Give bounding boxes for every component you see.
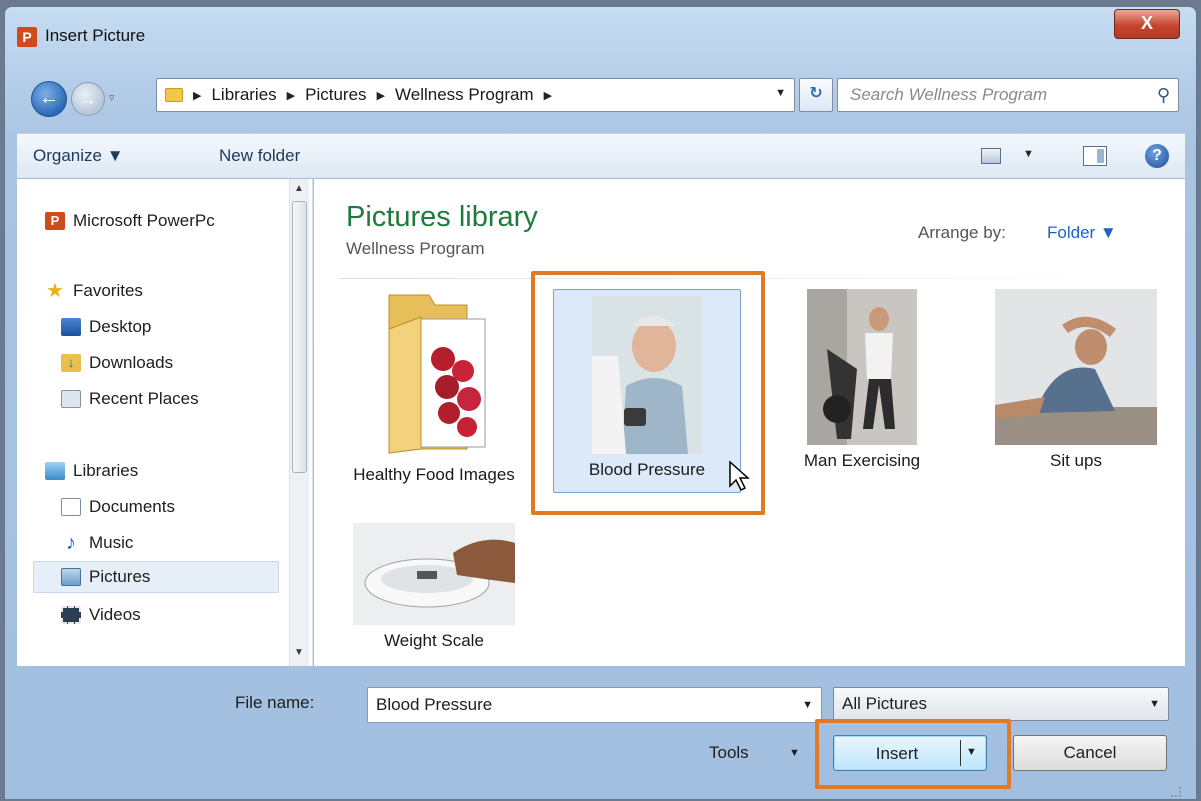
file-type-dropdown-icon[interactable]: ▼ [1149,688,1160,720]
resize-grip-icon[interactable] [1171,787,1181,797]
dialog-footer: File name: Blood Pressure ▼ All Pictures… [17,667,1185,801]
change-view-icon[interactable] [981,148,1001,164]
tools-dropdown-icon[interactable]: ▼ [789,747,800,759]
file-name-label: File name: [235,693,315,712]
man-exercising-thumbnail [807,289,917,445]
nav-item-label: Music [89,533,134,552]
nav-item-downloads[interactable]: ↓ Downloads [61,347,321,379]
title-bar: P Insert Picture X [5,7,1196,59]
help-icon[interactable]: ? [1145,144,1169,168]
breadcrumb-pictures[interactable]: Pictures [305,85,366,105]
nav-item-label: Videos [89,605,141,624]
recent-places-icon [61,390,81,408]
nav-scrollbar[interactable]: ▲ ▼ [289,179,309,666]
forward-button[interactable]: → [71,82,105,116]
libraries-icon [45,462,65,480]
powerpoint-app-icon: P [17,27,37,47]
tile-label: Sit ups [1050,451,1102,470]
arrange-by-label: Arrange by: [918,223,1006,242]
nav-item-powerpoint[interactable]: P Microsoft PowerPc [45,205,305,237]
breadcrumb-separator-icon[interactable]: ▶ [377,89,385,102]
refresh-button[interactable]: ↻ [799,78,833,112]
insert-picture-dialog: P Insert Picture X ← → ▿ ▶ Libraries ▶ P… [4,6,1197,800]
search-input[interactable]: Search Wellness Program ⚲ [837,78,1179,112]
nav-item-label: Favorites [73,281,143,300]
file-name-dropdown-icon[interactable]: ▼ [802,688,813,722]
nav-item-label: Desktop [89,317,152,336]
nav-item-label: Recent Places [89,389,199,408]
nav-item-label: Microsoft PowerPc [73,211,215,230]
nav-item-label: Libraries [73,461,139,480]
star-icon: ★ [46,280,64,302]
refresh-icon: ↻ [809,85,823,102]
scroll-thumb[interactable] [292,201,307,473]
breadcrumb-separator-icon[interactable]: ▶ [544,89,552,102]
pictures-icon [61,568,81,586]
tile-label: Healthy Food Images [353,465,515,484]
powerpoint-icon: P [45,212,65,230]
breadcrumb-separator-icon[interactable]: ▶ [193,89,201,102]
file-type-select[interactable]: All Pictures ▼ [833,687,1169,721]
nav-item-music[interactable]: ♪ Music [61,527,321,559]
sit-ups-thumbnail [995,289,1157,445]
videos-icon [61,606,81,624]
file-tile-healthy-food-images[interactable]: Healthy Food Images [340,289,528,487]
view-options-dropdown-icon[interactable]: ▼ [1023,148,1034,160]
file-tile-sit-ups[interactable]: Sit ups [982,289,1170,473]
scroll-down-icon[interactable]: ▼ [294,647,304,658]
preview-pane-icon[interactable] [1083,146,1107,166]
search-placeholder: Search Wellness Program [850,85,1048,104]
desktop-icon [61,318,81,336]
file-type-value: All Pictures [842,694,928,713]
command-bar: Organize ▼ New folder ▼ ? [17,133,1185,179]
new-folder-button[interactable]: New folder [219,146,300,166]
breadcrumb-libraries[interactable]: Libraries [211,85,276,105]
library-subtitle: Wellness Program [346,239,485,258]
file-list-pane: Pictures library Wellness Program Arrang… [314,179,1185,666]
tile-label: Weight Scale [384,631,484,650]
nav-item-libraries[interactable]: Libraries [45,455,305,487]
nav-item-pictures[interactable]: Pictures [33,561,279,593]
nav-item-videos[interactable]: Videos [61,599,321,631]
recent-pages-dropdown[interactable]: ▿ [109,91,115,104]
folder-icon [165,88,183,102]
library-title: Pictures library [346,201,538,233]
file-name-input[interactable]: Blood Pressure ▼ [367,687,822,723]
file-tile-man-exercising[interactable]: Man Exercising [768,289,956,473]
organize-button[interactable]: Organize ▼ [33,146,124,166]
nav-item-label: Pictures [89,567,151,586]
nav-item-recent-places[interactable]: Recent Places [61,383,321,415]
music-icon: ♪ [66,532,76,554]
weight-scale-thumbnail [353,523,515,625]
back-button[interactable]: ← [31,81,67,117]
nav-item-documents[interactable]: Documents [61,491,321,523]
breadcrumb-separator-icon[interactable]: ▶ [287,89,295,102]
cancel-button[interactable]: Cancel [1013,735,1167,771]
insert-highlight [815,719,1011,789]
file-name-value: Blood Pressure [376,695,493,714]
tools-button[interactable]: Tools [709,743,749,763]
nav-item-label: Documents [89,497,175,516]
documents-icon [61,498,81,516]
scroll-up-icon[interactable]: ▲ [294,183,304,194]
address-dropdown-icon[interactable]: ▼ [775,87,786,99]
downloads-icon: ↓ [61,354,81,372]
breadcrumb-wellness-program[interactable]: Wellness Program [395,85,534,105]
nav-item-label: Downloads [89,353,174,372]
window-title: Insert Picture [45,26,146,45]
nav-item-desktop[interactable]: Desktop [61,311,321,343]
close-button[interactable]: X [1114,9,1180,39]
arrange-by-dropdown[interactable]: Folder ▼ [1047,223,1117,243]
search-icon[interactable]: ⚲ [1157,79,1170,111]
address-row: ← → ▿ ▶ Libraries ▶ Pictures ▶ Wellness … [5,71,1196,117]
tile-label: Man Exercising [803,451,921,470]
folder-icon [369,289,499,459]
address-bar[interactable]: ▶ Libraries ▶ Pictures ▶ Wellness Progra… [156,78,795,112]
file-tile-weight-scale[interactable]: Weight Scale [340,523,528,653]
back-arrow-icon: ← [39,87,59,109]
navigation-pane: P Microsoft PowerPc ★ Favorites Desktop … [17,179,313,666]
forward-arrow-icon: → [79,89,97,109]
selection-highlight [531,271,765,515]
nav-item-favorites[interactable]: ★ Favorites [45,275,305,307]
